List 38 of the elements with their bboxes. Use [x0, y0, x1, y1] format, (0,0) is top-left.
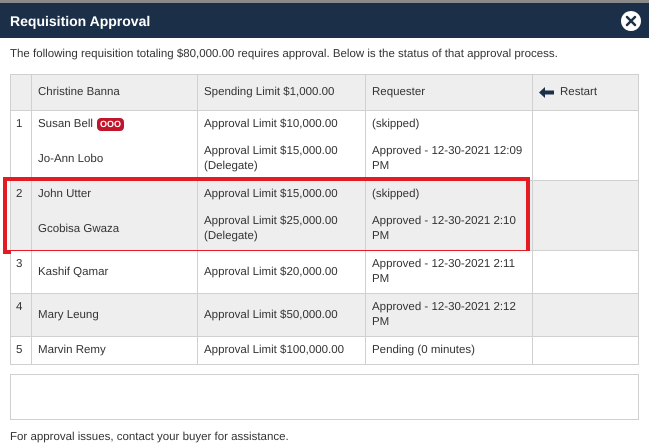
- header-cell: Spending Limit $1,000.00: [198, 75, 366, 110]
- approval-status: (skipped): [372, 117, 420, 132]
- step-number: 1: [11, 111, 32, 180]
- approval-status: Approved - 12-30-2021 2:10 PM: [372, 214, 517, 244]
- approval-status: Approved - 12-30-2021 2:11 PM: [372, 257, 516, 287]
- approval-status: Approved - 12-30-2021 12:09 PM: [372, 144, 524, 174]
- approval-limit: Approval Limit $25,000.00 (Delegate): [204, 214, 339, 244]
- approver-name: Mary Leung: [38, 308, 99, 322]
- approval-limit: Approval Limit $10,000.00: [204, 117, 338, 132]
- approver-name: John Utter: [38, 187, 92, 202]
- step-number: 3: [11, 251, 32, 293]
- approver-name: Susan Bell: [38, 117, 93, 132]
- approver-name: Marvin Remy: [38, 343, 106, 358]
- approval-status: Pending (0 minutes): [372, 343, 475, 358]
- step-number: 5: [11, 337, 32, 364]
- step-number: 2: [11, 181, 32, 250]
- approval-limit: Approval Limit $15,000.00: [204, 187, 338, 202]
- comment-field[interactable]: [10, 374, 639, 420]
- approval-limit: Approval Limit $15,000.00 (Delegate): [204, 144, 339, 174]
- close-button[interactable]: [621, 10, 641, 30]
- footer-text: For approval issues, contact your buyer for assistance.: [10, 431, 290, 443]
- approver-name: Gcobisa Gwaza: [38, 222, 120, 236]
- intro-text: The following requisition totaling $80,000.00 requires approval. Below is the status of that approval process.: [10, 48, 559, 60]
- close-icon: [625, 14, 637, 26]
- approval-limit: Approval Limit $50,000.00: [204, 308, 338, 322]
- restart-button[interactable]: Restart: [539, 85, 598, 100]
- header-cell: Christine Banna: [32, 75, 198, 110]
- status-badge: OOO: [96, 118, 124, 131]
- step-number: 4: [11, 294, 32, 336]
- approval-status: Approved - 12-30-2021 2:12 PM: [372, 300, 517, 330]
- approver-name: Jo-Ann Lobo: [38, 152, 104, 166]
- dialog-title: Requisition Approval: [10, 12, 150, 28]
- approval-limit: Approval Limit $20,000.00: [204, 264, 338, 280]
- approval-status: (skipped): [372, 187, 420, 202]
- approval-limit: Approval Limit $100,000.00: [204, 343, 344, 358]
- approver-name: Kashif Qamar: [38, 264, 108, 280]
- header-cell: Requester: [366, 75, 533, 110]
- left-arrow-icon: [539, 87, 554, 98]
